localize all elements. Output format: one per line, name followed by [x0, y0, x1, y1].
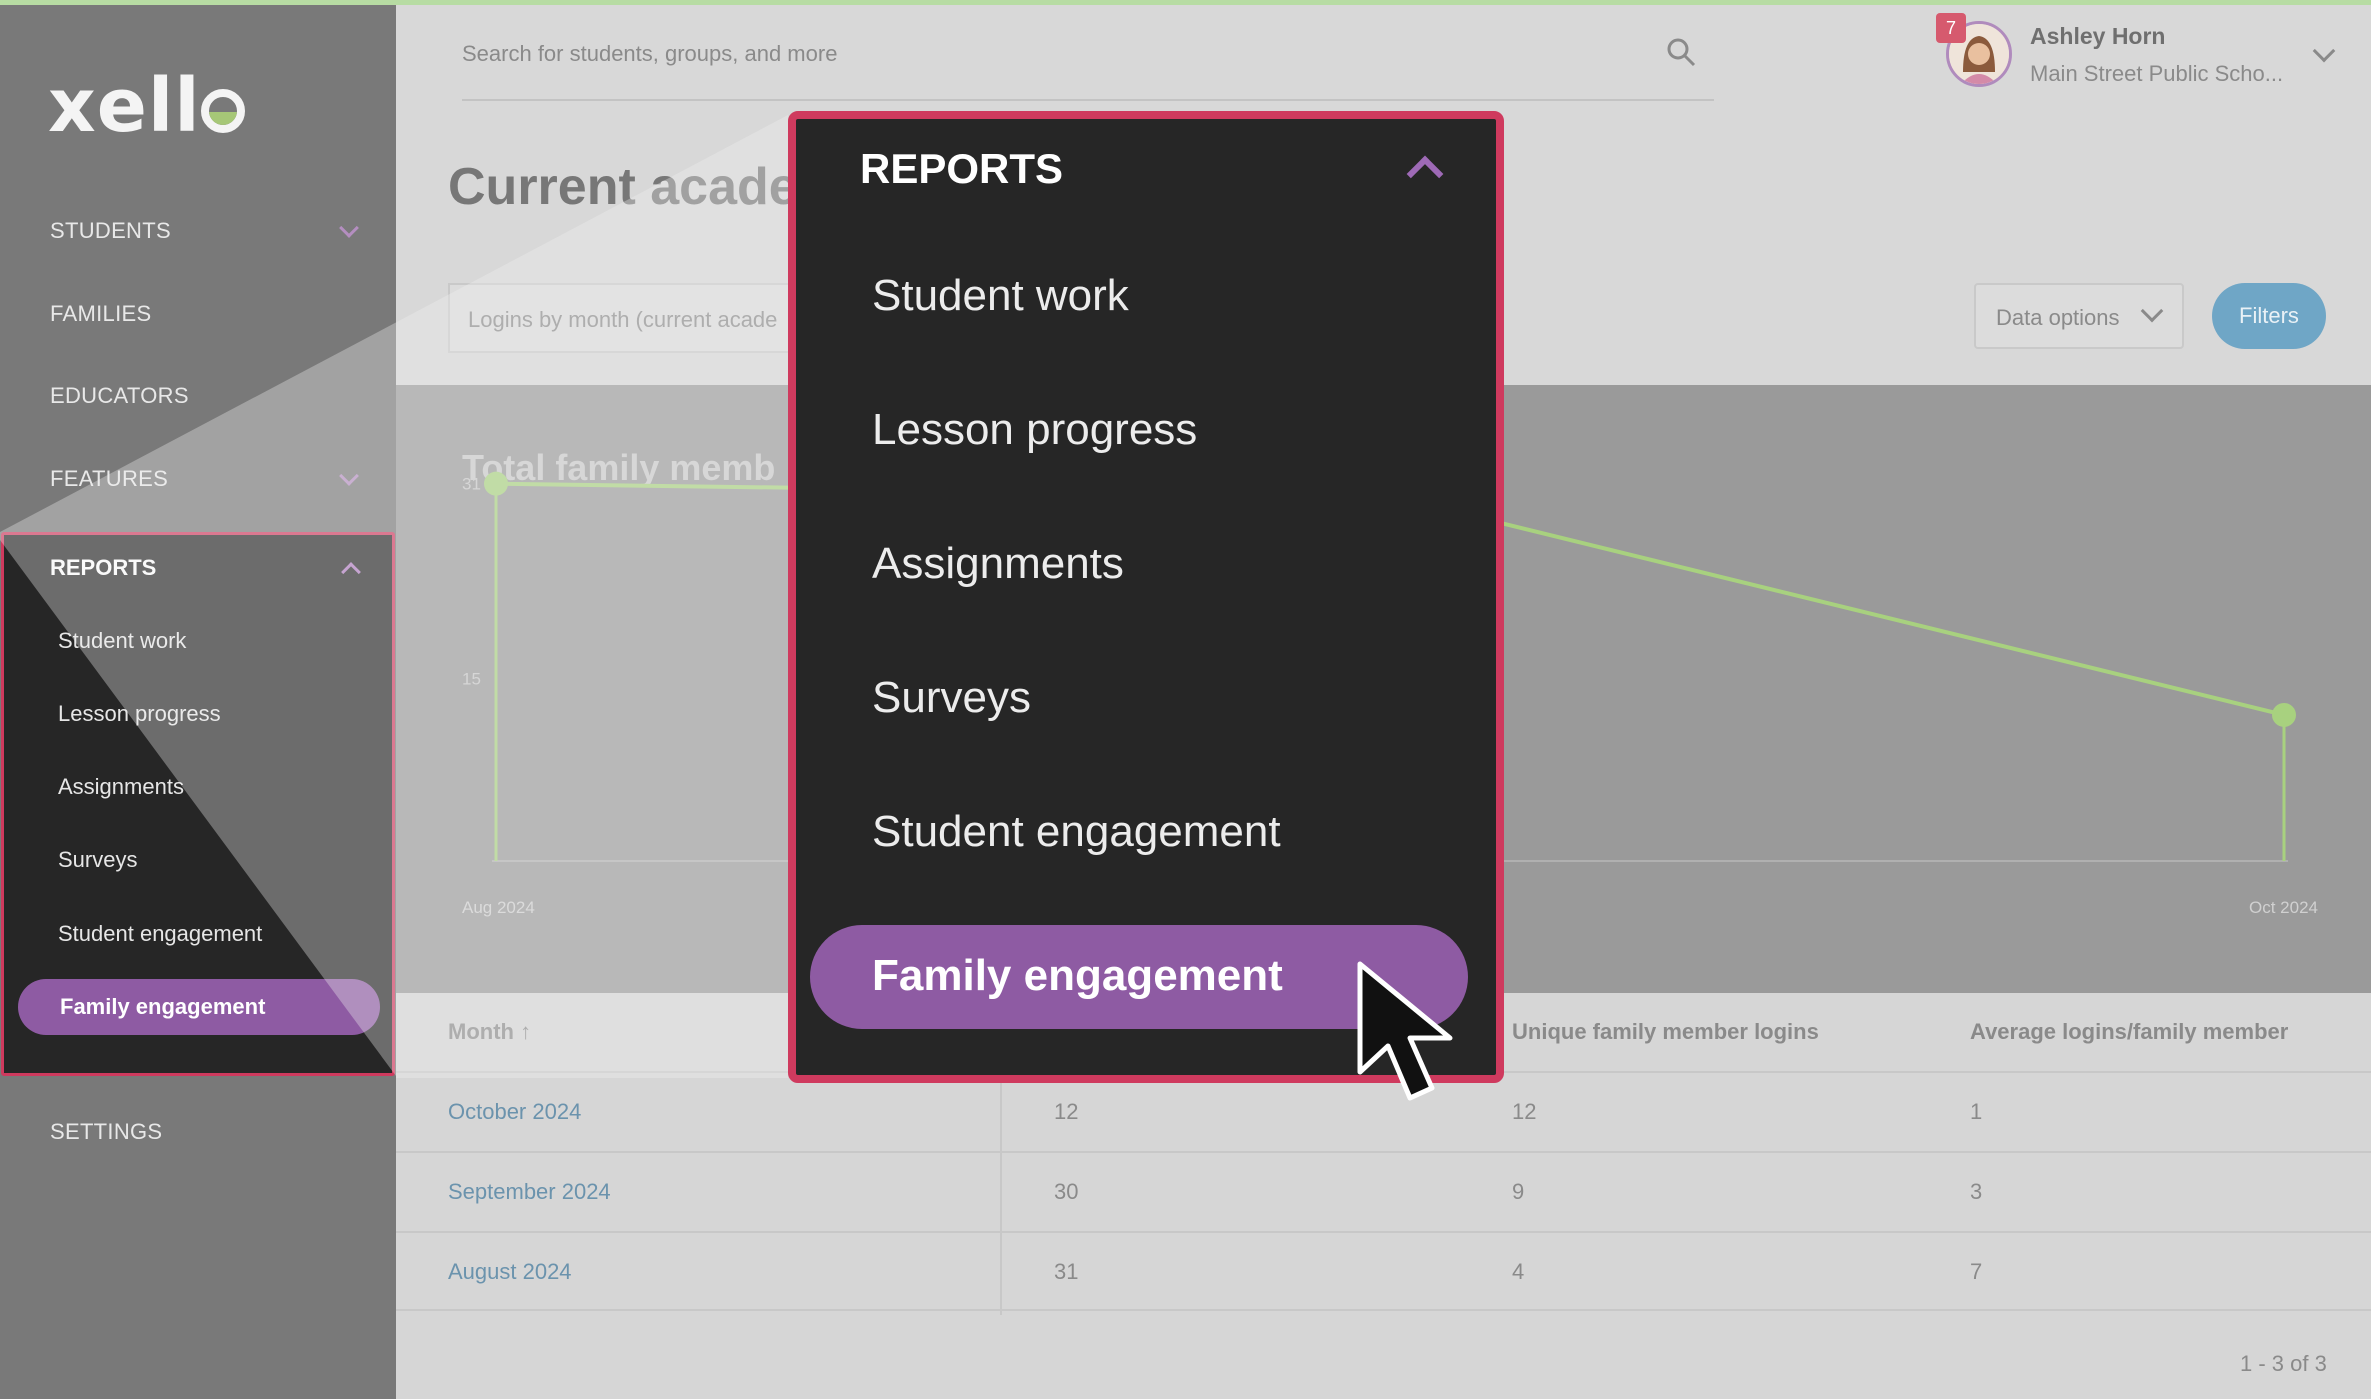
zoomed-item-surveys[interactable]: Surveys: [872, 673, 1031, 723]
mouse-pointer-icon: [1357, 961, 1453, 1101]
zoomed-item-lesson-progress[interactable]: Lesson progress: [872, 405, 1197, 455]
zoomed-reports-menu: REPORTS Student work Lesson progress Ass…: [788, 111, 1504, 1083]
zoomed-item-student-work[interactable]: Student work: [872, 271, 1129, 321]
zoomed-item-assignments[interactable]: Assignments: [872, 539, 1124, 589]
chevron-up-icon[interactable]: [1406, 155, 1444, 193]
zoomed-item-student-engagement[interactable]: Student engagement: [872, 807, 1281, 857]
zoomed-reports-title[interactable]: REPORTS: [860, 145, 1063, 193]
zoomed-item-family-engagement-label: Family engagement: [872, 951, 1283, 1000]
